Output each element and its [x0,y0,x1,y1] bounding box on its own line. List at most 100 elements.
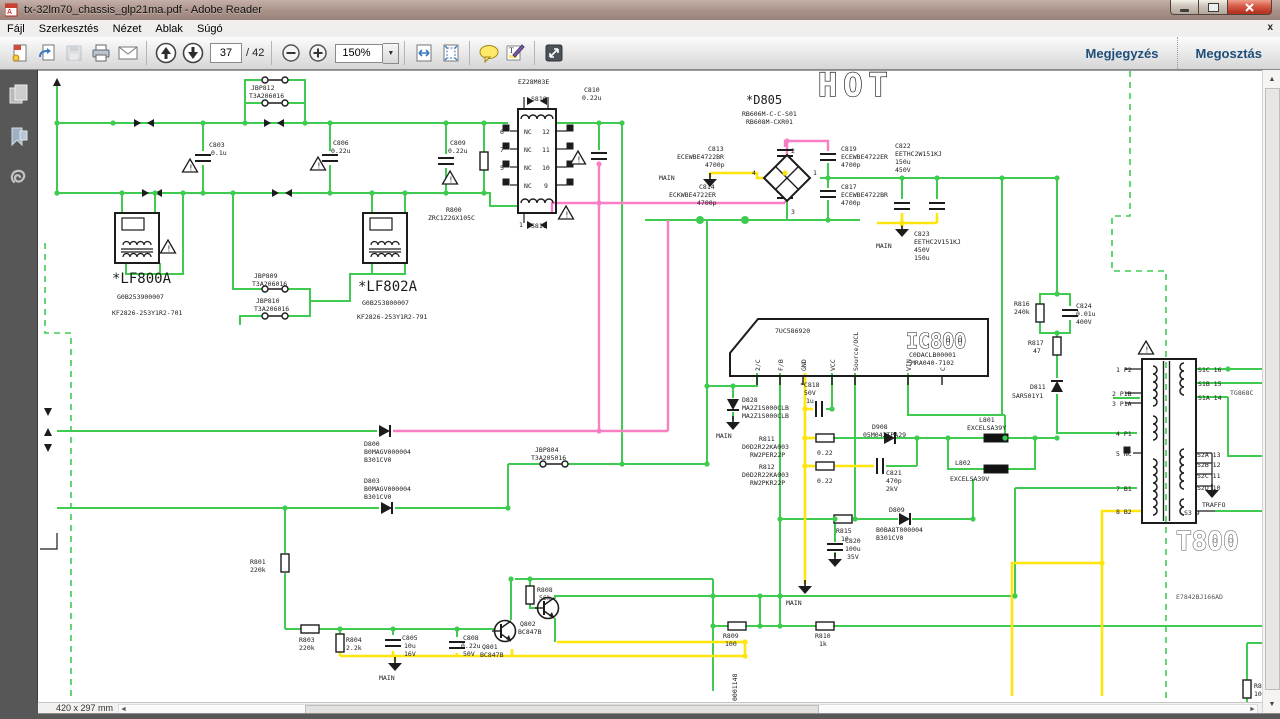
comment-icon [479,45,499,63]
sign-button[interactable]: T [502,40,529,67]
page-up-icon [155,42,176,64]
attachments-button[interactable] [0,162,38,196]
scroll-up-arrow[interactable]: ▲ [1266,73,1278,85]
svg-text:C: C [939,367,947,371]
svg-text:S3 9: S3 9 [1184,509,1200,517]
svg-text:EETHC2V151KJ: EETHC2V151KJ [914,238,961,246]
print-button[interactable] [87,40,114,67]
fullscreen-icon [545,44,563,62]
svg-text:3: 3 [791,208,795,216]
svg-text:HOT: HOT [818,71,894,104]
svg-text:S1C 16: S1C 16 [1198,366,1222,374]
titlebar[interactable]: A tx-32lm70_chassis_glp21ma.pdf - Adobe … [0,0,1280,21]
next-page-button[interactable] [179,40,206,67]
svg-text:TG868C: TG868C [1230,389,1254,397]
comment-panel-button[interactable]: Megjegyzés [1068,37,1177,69]
svg-text:B0MAGV000004: B0MAGV000004 [364,448,411,456]
close-button[interactable] [1227,0,1272,15]
svg-text:EXCELSA39Y: EXCELSA39Y [967,424,1006,432]
svg-text:BC847B: BC847B [518,628,542,636]
svg-text:C805: C805 [402,634,418,642]
zoom-level-dropdown-button[interactable]: ▼ [383,42,400,64]
zoom-in-button[interactable] [304,40,331,67]
svg-text:S2C 11: S2C 11 [1197,472,1221,480]
svg-text:T800: T800 [1176,527,1239,557]
save-copy-button[interactable] [33,40,60,67]
document-viewport[interactable]: !!!!!!! JBP812 T3A206016 C803 0.1u C806 0.22u C… [38,70,1262,703]
svg-text:RB608M-CXR01: RB608M-CXR01 [746,118,793,126]
svg-text:C0DACLB00001: C0DACLB00001 [909,351,956,359]
page-number-input[interactable] [210,43,242,63]
svg-text:Source/OCL: Source/OCL [852,332,860,371]
svg-text:D803: D803 [364,477,380,485]
svg-text:C809: C809 [450,139,466,147]
zoom-out-button[interactable] [277,40,304,67]
menu-item-fajl[interactable]: Fájl [0,22,32,36]
svg-text:E7842BJ166AD: E7842BJ166AD [1176,593,1223,601]
print-icon [92,44,109,62]
svg-text:150u: 150u [895,158,911,166]
svg-text:R810: R810 [815,632,831,640]
maximize-button[interactable] [1199,0,1227,15]
svg-text:50V: 50V [463,650,475,658]
svg-text:05M042TPA29: 05M042TPA29 [863,431,906,439]
svg-text:!: ! [1145,346,1150,355]
svg-text:S1B 15: S1B 15 [1198,380,1222,388]
svg-text:1u: 1u [806,397,814,405]
page-total-label: / 42 [246,47,265,59]
svg-text:240k: 240k [1014,308,1030,316]
email-icon [118,46,137,60]
svg-text:6: 6 [500,128,504,136]
fit-width-button[interactable] [410,40,437,67]
svg-text:C823: C823 [914,230,930,238]
svg-text:VCC: VCC [829,359,837,371]
fullscreen-button[interactable] [540,40,567,67]
menu-item-ablak[interactable]: Ablak [148,22,190,36]
bookmarks-button[interactable] [0,120,38,154]
svg-text:Q802: Q802 [520,620,536,628]
svg-text:RB606M-C-C-S01: RB606M-C-C-S01 [742,110,797,118]
svg-text:3 P1A: 3 P1A [1112,400,1132,408]
svg-text:*C818: *C818 [800,381,820,389]
vertical-scrollbar-thumb[interactable] [1265,88,1280,690]
pdf-page-schematic: ! !!!!!!JBP812T3A206016C8030.1uC8060.22uC… [40,71,1262,703]
svg-text:NC: NC [524,128,532,136]
svg-text:MAIN: MAIN [876,242,892,250]
fit-page-button[interactable] [437,40,464,67]
zoom-level-value[interactable]: 150% [335,43,384,63]
svg-text:R811: R811 [759,435,775,443]
share-panel-button[interactable]: Megosztás [1176,37,1280,69]
vertical-scrollbar[interactable]: ▲ ▼ [1262,70,1280,713]
previous-page-button[interactable] [152,40,179,67]
svg-text:1 P2: 1 P2 [1116,366,1132,374]
svg-text:KF2826-253Y1R2-791: KF2826-253Y1R2-791 [357,313,428,321]
email-button[interactable] [114,40,141,67]
svg-text:150u: 150u [914,254,930,262]
minimize-button[interactable] [1170,0,1199,15]
zoom-out-icon [282,44,300,62]
scroll-down-arrow[interactable]: ▼ [1266,698,1278,710]
page-thumbnails-button[interactable] [0,78,38,112]
comment-button[interactable] [475,40,502,67]
svg-text:4 P1: 4 P1 [1116,430,1132,438]
svg-text:D800: D800 [364,440,380,448]
svg-text:R8: R8 [1254,682,1262,690]
save-button[interactable] [60,40,87,67]
svg-text:!: ! [449,176,454,185]
close-icon [1245,2,1254,12]
svg-text:IC800: IC800 [906,329,966,353]
page-size-label: 420 x 297 mm [56,703,114,713]
menubar-close-button[interactable]: x [1267,22,1273,33]
menu-item-sugo[interactable]: Súgó [190,22,230,36]
open-button[interactable] [6,40,33,67]
menu-item-nezet[interactable]: Nézet [106,22,149,36]
svg-text:S2D 10: S2D 10 [1197,484,1221,492]
sidebar-bottom-corner [0,702,38,719]
svg-text:10u: 10u [404,642,416,650]
svg-text:D908: D908 [872,423,888,431]
svg-text:NC: NC [524,182,532,190]
save-icon [66,45,81,61]
svg-text:NC: NC [524,164,532,172]
svg-text:450V: 450V [895,166,911,174]
menu-item-szerkesztes[interactable]: Szerkesztés [32,22,106,36]
